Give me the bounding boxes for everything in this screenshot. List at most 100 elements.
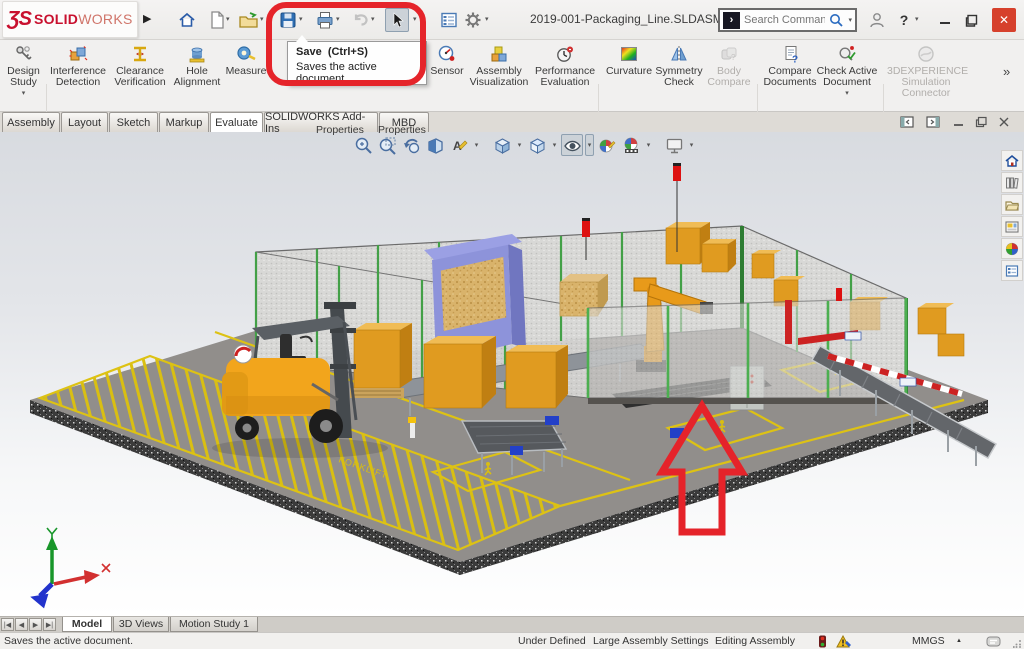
doc-close-icon[interactable]: [998, 116, 1010, 128]
zoom-to-area-button[interactable]: [376, 134, 398, 156]
section-view-button[interactable]: [424, 134, 446, 156]
tab-3d-views[interactable]: 3D Views: [113, 617, 169, 632]
design-study-caret[interactable]: ▾: [1, 89, 46, 97]
display-style-icon: [528, 136, 547, 155]
tab-scroll-next-button[interactable]: ▶: [29, 618, 42, 631]
appearances-button[interactable]: [1001, 238, 1023, 259]
ribbon-overflow-button[interactable]: »: [1003, 64, 1010, 79]
solidworks-resources-button[interactable]: [1001, 150, 1023, 171]
ribbon-button-3dexperience[interactable]: 3DEXPERIENCE Simulation Connector: [887, 44, 965, 110]
section-view-icon: [426, 136, 445, 155]
view-settings-button[interactable]: [663, 134, 685, 156]
tab-scroll-last-button[interactable]: ▶|: [43, 618, 56, 631]
resize-grip[interactable]: [1013, 639, 1022, 648]
annotations-button[interactable]: A: [448, 134, 470, 156]
check-active-document-icon: [837, 44, 857, 64]
tab-layout[interactable]: Layout: [61, 112, 108, 132]
options-button[interactable]: [462, 9, 484, 31]
ribbon-button-performance-evaluation[interactable]: Performance Evaluation: [526, 44, 604, 110]
display-style-button[interactable]: [526, 134, 548, 156]
edit-appearance-icon: [598, 136, 617, 155]
tab-scroll-prev-button[interactable]: ◀: [15, 618, 28, 631]
select-button[interactable]: [385, 8, 409, 32]
save-button[interactable]: [277, 9, 299, 31]
resources-home-icon: [1004, 153, 1020, 169]
ribbon-button-symmetry-check[interactable]: Symmetry Check: [650, 44, 708, 110]
tab-model[interactable]: Model: [62, 617, 112, 632]
annotations-caret[interactable]: ▾: [472, 134, 481, 156]
pane-left-icon[interactable]: [900, 116, 915, 128]
status-units[interactable]: MMGS: [912, 635, 945, 647]
maximize-button[interactable]: [960, 9, 982, 31]
assembly-visualization-icon: [489, 44, 509, 64]
ribbon-button-compare-documents[interactable]: ? Compare Documents: [758, 44, 822, 110]
body-compare-icon: ?: [719, 44, 739, 64]
undo-button[interactable]: [350, 9, 372, 31]
ribbon-button-check-active-document[interactable]: Check Active Document ▾: [815, 44, 879, 110]
new-document-button[interactable]: [206, 9, 228, 31]
pane-right-icon[interactable]: [926, 116, 941, 128]
ribbon-button-body-compare[interactable]: ? Body Compare: [703, 44, 755, 110]
tab-sketch[interactable]: Sketch: [109, 112, 158, 132]
ribbon-evaluate: Design Study ▾ Interference Detection Cl…: [0, 40, 1024, 112]
eye-icon: [563, 136, 582, 155]
graphics-viewport[interactable]: FORKLIFT: [0, 132, 1024, 616]
status-editing-mode: Editing Assembly: [715, 635, 795, 647]
apply-scene-button[interactable]: [620, 134, 642, 156]
search-input[interactable]: [744, 14, 825, 26]
units-caret[interactable]: ▲: [956, 638, 962, 644]
hide-show-items-button[interactable]: [561, 134, 583, 156]
doc-restore-icon[interactable]: [975, 116, 988, 128]
performance-traffic-light-icon[interactable]: [818, 635, 827, 648]
doc-minimize-icon[interactable]: [953, 119, 965, 127]
report-button[interactable]: [438, 9, 460, 31]
save-icon: [278, 10, 298, 30]
save-caret[interactable]: ▾: [299, 16, 303, 23]
help-button[interactable]: ?: [893, 9, 915, 31]
apply-scene-caret[interactable]: ▾: [644, 134, 653, 156]
new-document-caret[interactable]: ▾: [226, 16, 230, 23]
view-orientation-caret[interactable]: ▾: [515, 134, 524, 156]
previous-view-button[interactable]: [400, 134, 422, 156]
ribbon-button-hole-alignment[interactable]: Hole Alignment: [168, 44, 226, 110]
print-caret[interactable]: ▾: [336, 16, 340, 23]
print-button[interactable]: [314, 9, 336, 31]
login-button[interactable]: [866, 9, 888, 31]
search-commands-box[interactable]: › ▾: [718, 8, 857, 32]
custom-properties-button[interactable]: [1001, 260, 1023, 281]
design-library-button[interactable]: [1001, 172, 1023, 193]
tab-markup[interactable]: Markup: [159, 112, 209, 132]
check-active-document-caret[interactable]: ▾: [815, 89, 879, 97]
search-caret[interactable]: ▾: [848, 17, 852, 24]
close-button[interactable]: ✕: [992, 8, 1016, 32]
help-caret[interactable]: ▾: [915, 16, 919, 23]
menu-flyout-icon[interactable]: ▶: [143, 12, 151, 25]
display-style-caret[interactable]: ▾: [550, 134, 559, 156]
ribbon-button-curvature[interactable]: Curvature: [602, 44, 656, 110]
view-settings-caret[interactable]: ▾: [687, 134, 696, 156]
status-large-assembly-settings[interactable]: Large Assembly Settings: [593, 635, 709, 647]
ribbon-button-measure[interactable]: Measure: [221, 44, 271, 110]
tab-evaluate[interactable]: Evaluate: [210, 112, 263, 132]
ribbon-button-assembly-visualization[interactable]: Assembly Visualization: [462, 44, 536, 110]
minimize-button[interactable]: [934, 9, 956, 31]
home-button[interactable]: [176, 9, 198, 31]
edit-appearance-button[interactable]: [596, 134, 618, 156]
options-caret[interactable]: ▾: [485, 16, 489, 23]
tab-scroll-first-button[interactable]: |◀: [1, 618, 14, 631]
open-caret[interactable]: ▾: [260, 16, 264, 23]
tab-motion-study-1[interactable]: Motion Study 1: [170, 617, 258, 632]
hide-show-items-caret[interactable]: ▾: [585, 134, 594, 156]
open-button[interactable]: [238, 9, 260, 31]
ribbon-button-design-study[interactable]: Design Study ▾: [1, 44, 46, 110]
assembly-warning-icon[interactable]: [836, 635, 852, 648]
tags-icon[interactable]: [986, 635, 1002, 648]
select-caret[interactable]: ▾: [413, 16, 417, 23]
file-explorer-button[interactable]: [1001, 194, 1023, 215]
view-palette-button[interactable]: [1001, 216, 1023, 237]
undo-caret[interactable]: ▾: [371, 16, 375, 23]
search-icon[interactable]: [829, 13, 844, 28]
tab-assembly[interactable]: Assembly: [2, 112, 60, 132]
view-orientation-button[interactable]: [491, 134, 513, 156]
zoom-to-fit-button[interactable]: [352, 134, 374, 156]
